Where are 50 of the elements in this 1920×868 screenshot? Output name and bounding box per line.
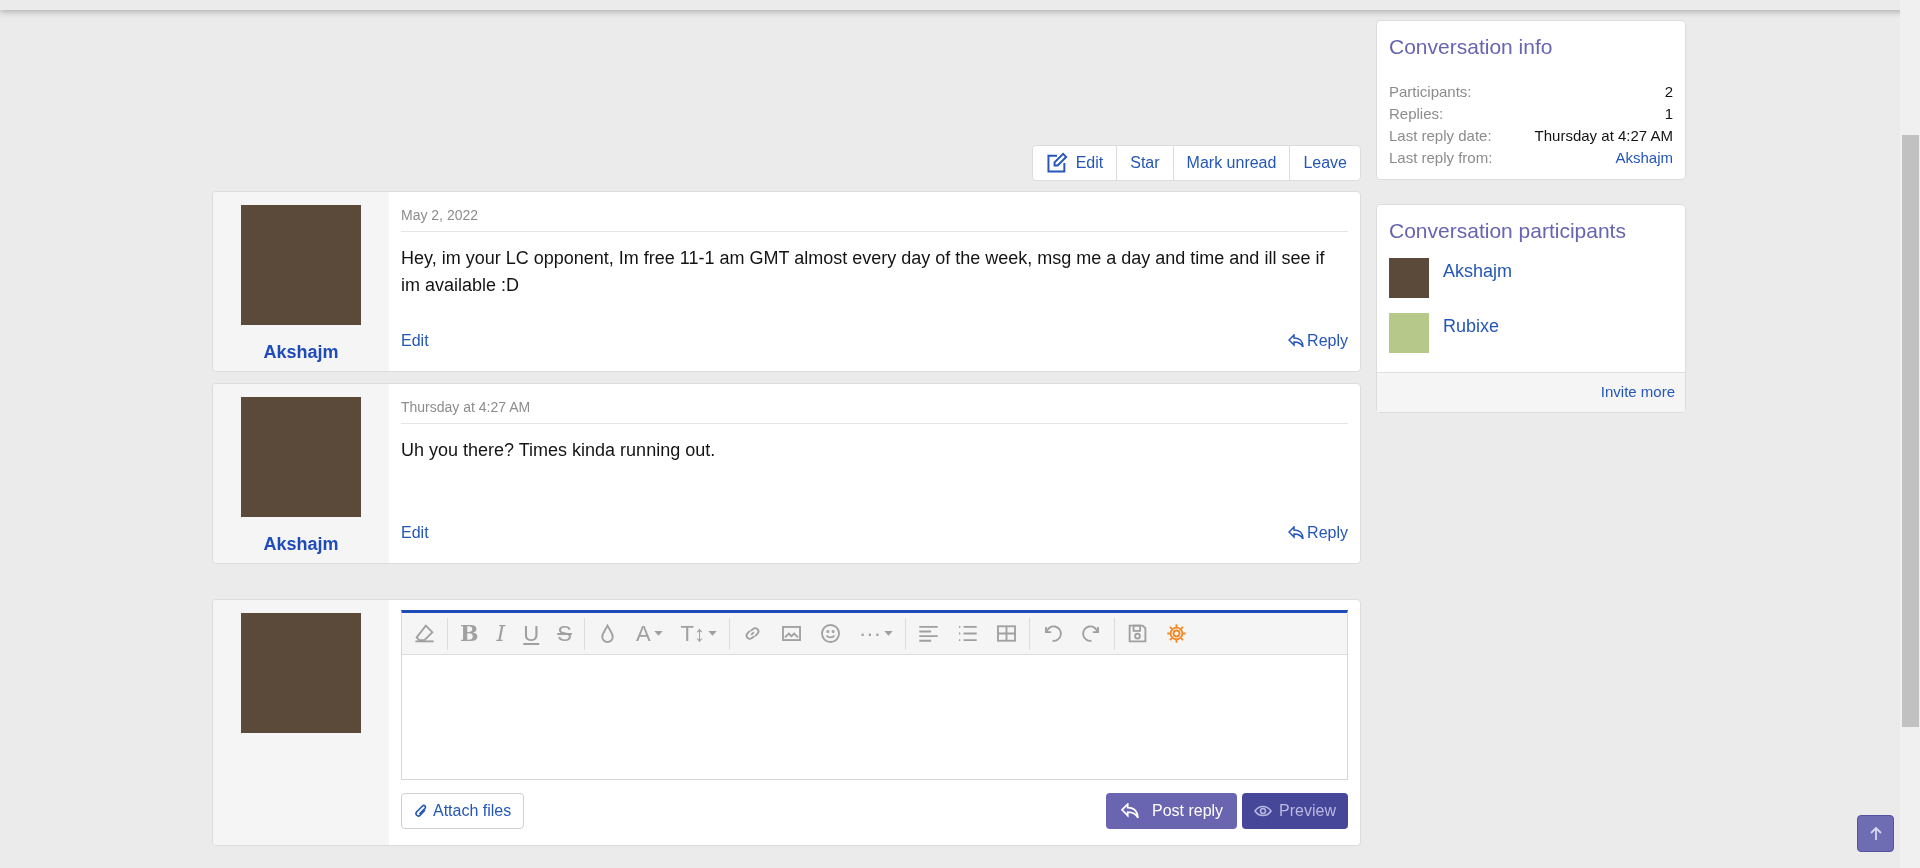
caret-icon: [653, 630, 663, 637]
image-icon: [781, 623, 803, 644]
info-value: 1: [1664, 103, 1673, 124]
reply-icon: [1119, 803, 1140, 819]
user-link[interactable]: Akshajm: [1443, 258, 1513, 285]
action-button[interactable]: Star: [1116, 146, 1173, 180]
edit-link[interactable]: Edit: [401, 329, 429, 353]
scrollbar-thumb[interactable]: [1902, 135, 1919, 727]
list-icon: [957, 623, 978, 644]
action-button[interactable]: Leave: [1289, 146, 1360, 180]
paperclip-icon: [414, 803, 428, 819]
attach-files-button[interactable]: Attach files: [401, 793, 525, 829]
info-label: Replies:: [1389, 103, 1444, 124]
reply-icon: [1288, 526, 1305, 540]
align-left-icon: [918, 623, 939, 644]
redo-icon: [1081, 623, 1102, 644]
info-label: Last reply from:: [1389, 147, 1493, 168]
post-reply-button[interactable]: Post reply: [1105, 793, 1238, 829]
reply-link[interactable]: Reply: [1288, 329, 1348, 353]
gear-icon: [1166, 623, 1187, 644]
preview-button[interactable]: Preview: [1242, 793, 1348, 829]
info-label: Last reply date:: [1389, 125, 1492, 146]
user-link[interactable]: Akshajm: [1615, 146, 1673, 169]
user-link[interactable]: Rubixe: [1443, 313, 1500, 340]
reply-icon: [1288, 334, 1305, 348]
message-date: May 2, 2022: [401, 207, 479, 223]
scroll-to-top-button[interactable]: [1857, 815, 1894, 852]
info-label: Participants:: [1389, 81, 1472, 102]
caret-icon: [708, 630, 718, 637]
message-date: Thursday at 4:27 AM: [401, 399, 531, 415]
card-title: Conversation participants: [1389, 217, 1627, 244]
info-value: 2: [1664, 81, 1673, 102]
caret-icon: [884, 630, 893, 637]
undo-icon: [1042, 623, 1063, 644]
action-button[interactable]: Mark unread: [1172, 146, 1290, 180]
save-icon: [1127, 623, 1148, 644]
action-button[interactable]: Edit: [1032, 146, 1117, 180]
author-link[interactable]: Akshajm: [263, 339, 339, 366]
eraser-icon: [414, 623, 435, 644]
card-title: Conversation info: [1389, 34, 1554, 60]
reply-link[interactable]: Reply: [1288, 521, 1348, 545]
info-value: Thursday at 4:27 AM: [1534, 125, 1673, 146]
edit-link[interactable]: Edit: [401, 521, 429, 545]
author-link[interactable]: Akshajm: [263, 531, 339, 558]
message-text: Hey, im your LC opponent, Im free 11-1 am GMT almost every day of the week, msg me a day and time and ill see if im available :D: [401, 247, 1326, 297]
table-icon: [996, 623, 1017, 644]
smiley-icon: [820, 623, 842, 644]
eye-icon: [1254, 805, 1273, 817]
invite-more-link[interactable]: Invite more: [1600, 381, 1675, 404]
message-text: Uh you there? Times kinda running out.: [401, 439, 717, 462]
